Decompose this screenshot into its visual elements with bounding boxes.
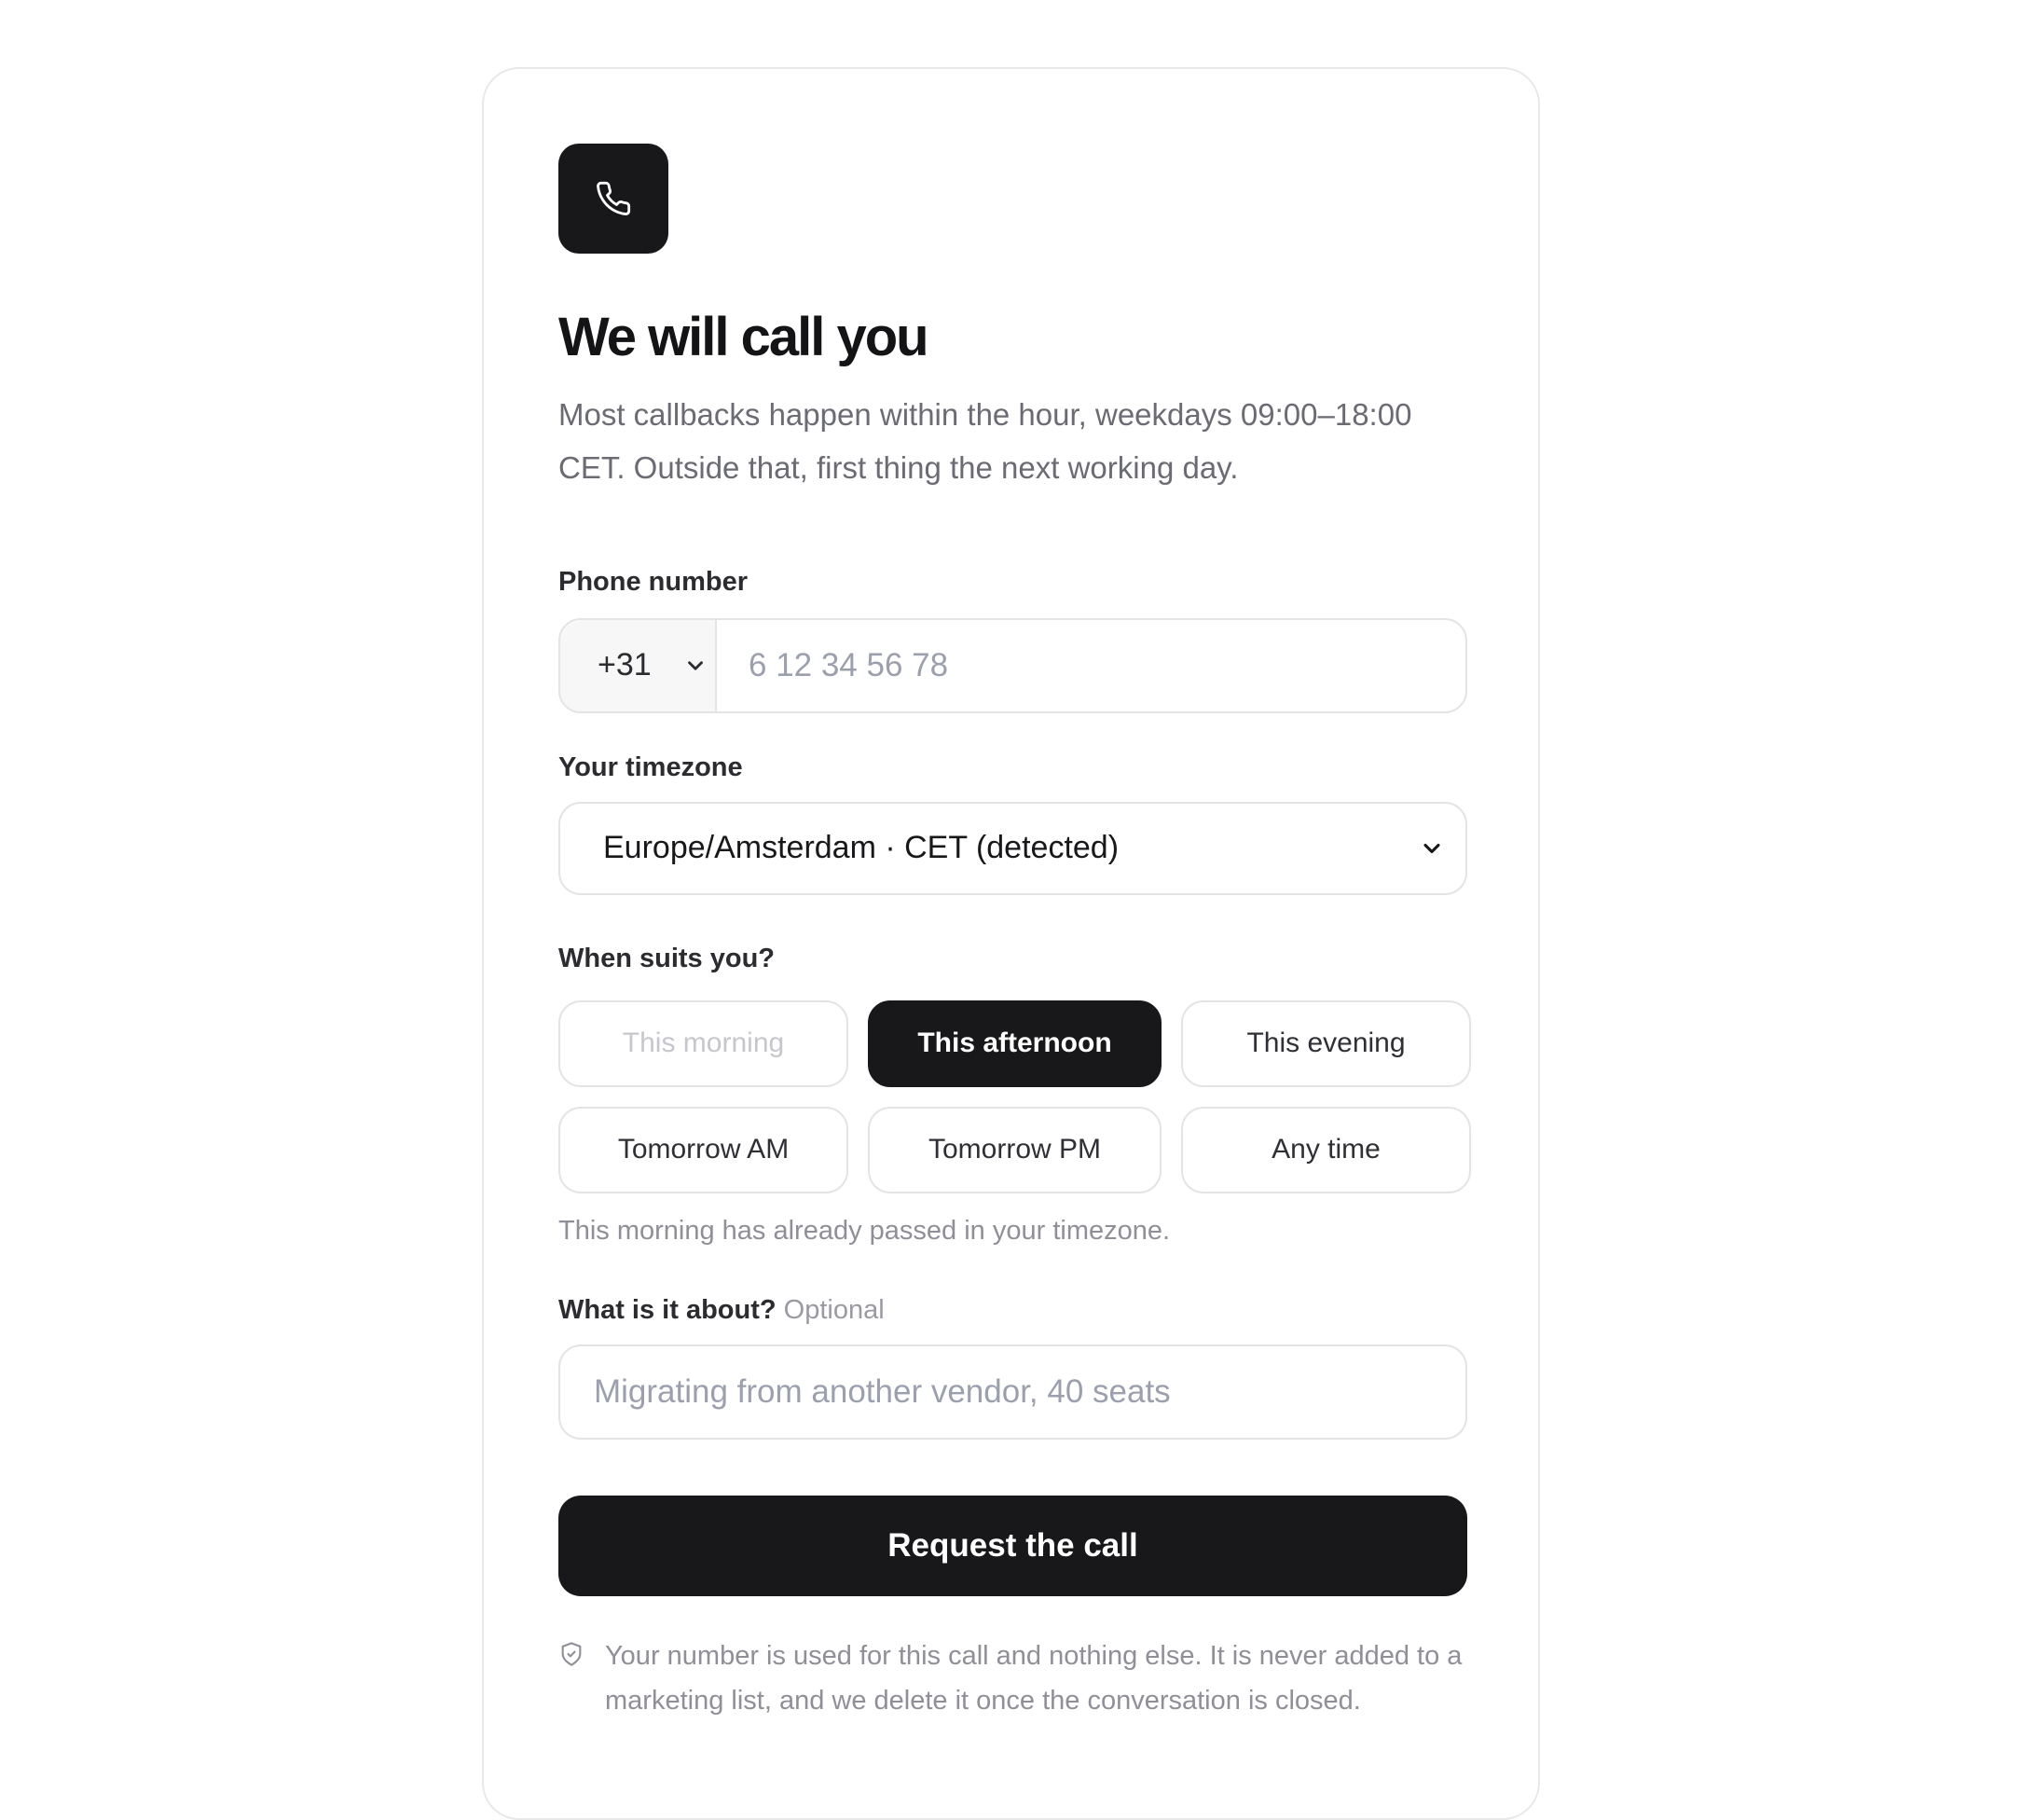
country-code-value: +31 [598,647,652,683]
about-input[interactable] [558,1344,1467,1440]
chevron-down-icon [1423,843,1440,853]
card-content: We will call you Most callbacks happen w… [558,144,1471,1723]
timezone-select[interactable]: Europe/Amsterdam · CET (detected) [558,801,1467,895]
privacy-note: Your number is used for this call and no… [558,1634,1467,1723]
phone-logo-tile [558,144,668,254]
phone-label: Phone number [558,566,749,597]
phone-field-group: +31 [558,617,1467,713]
phone-input[interactable] [717,619,1465,711]
page-subtitle: Most callbacks happen within the hour, w… [558,396,1412,485]
when-label: When suits you? [558,943,775,973]
callback-card: We will call you Most callbacks happen w… [482,67,1540,1820]
phone-icon [597,181,631,215]
page-title: We will call you [558,307,929,367]
privacy-text: Your number is used for this call and no… [605,1640,1463,1716]
about-label: What is it about? Optional [558,1295,1467,1326]
country-code-select[interactable]: +31 [560,619,717,711]
timezone-selected-value: Europe/Amsterdam · CET (detected) [603,830,1120,866]
chevron-down-icon [687,661,703,670]
request-call-button[interactable]: Request the call [558,1495,1467,1596]
optional-tag: Optional [783,1294,885,1325]
slot-hint: This morning has already passed in your … [558,1215,1171,1246]
slot-this-evening[interactable]: This evening [1181,1000,1471,1087]
slot-this-morning: This morning [558,1000,848,1087]
slot-tomorrow-pm[interactable]: Tomorrow PM [868,1106,1162,1193]
slot-any-time[interactable]: Any time [1181,1106,1471,1193]
slot-tomorrow-am[interactable]: Tomorrow AM [558,1106,848,1193]
time-slot-grid: This morning This afternoon This evening… [558,1000,1471,1193]
timezone-label: Your timezone [558,751,743,782]
about-label-text: What is it about? [558,1294,777,1325]
slot-this-afternoon[interactable]: This afternoon [868,1000,1162,1087]
shield-check-icon [561,1642,582,1666]
